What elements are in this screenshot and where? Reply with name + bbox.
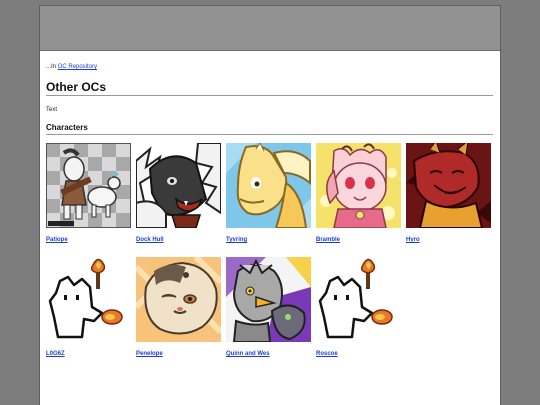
- character-card: Bramble: [316, 143, 401, 243]
- character-name-link[interactable]: Dock Hull: [136, 237, 221, 243]
- white-blob-torch-icon[interactable]: [316, 257, 401, 342]
- intro-text: Text: [46, 107, 58, 113]
- character-name-link[interactable]: Patiope: [46, 237, 131, 243]
- breadcrumb-prefix: ...In: [46, 64, 58, 70]
- site-banner: [40, 6, 500, 51]
- character-card: Roscoe: [316, 257, 401, 357]
- character-name-link[interactable]: Roscoe: [316, 351, 401, 357]
- breadcrumb: ...In OC Repository: [46, 64, 97, 70]
- character-card: Dock Hull: [136, 143, 221, 243]
- character-card: Patiope: [46, 143, 131, 243]
- character-name-link[interactable]: L0G6Z: [46, 351, 131, 357]
- gray-beast-character-icon[interactable]: [136, 143, 221, 228]
- character-card: Quinn and Wes: [226, 257, 311, 357]
- white-blob-torch-icon[interactable]: [46, 257, 131, 342]
- tan-cat-character-icon[interactable]: [136, 257, 221, 342]
- goat-character-icon[interactable]: [46, 143, 131, 228]
- character-name-link[interactable]: Bramble: [316, 237, 401, 243]
- character-card: Hyro: [406, 143, 491, 243]
- pink-creature-character-icon[interactable]: [316, 143, 401, 228]
- character-card: Penelope: [136, 257, 221, 357]
- page-container: ...In OC Repository Other OCs Text Chara…: [40, 6, 500, 405]
- character-card: L0G6Z: [46, 257, 131, 357]
- section-heading: Characters: [46, 123, 493, 135]
- page-title: Other OCs: [46, 80, 493, 96]
- gray-bird-pair-character-icon[interactable]: [226, 257, 311, 342]
- character-card: Tyvring: [226, 143, 311, 243]
- character-name-link[interactable]: Tyvring: [226, 237, 311, 243]
- yellow-dragon-character-icon[interactable]: [226, 143, 311, 228]
- red-dragon-character-icon[interactable]: [406, 143, 491, 228]
- breadcrumb-link[interactable]: OC Repository: [58, 64, 97, 70]
- character-name-link[interactable]: Hyro: [406, 237, 491, 243]
- character-name-link[interactable]: Quinn and Wes: [226, 351, 311, 357]
- character-name-link[interactable]: Penelope: [136, 351, 221, 357]
